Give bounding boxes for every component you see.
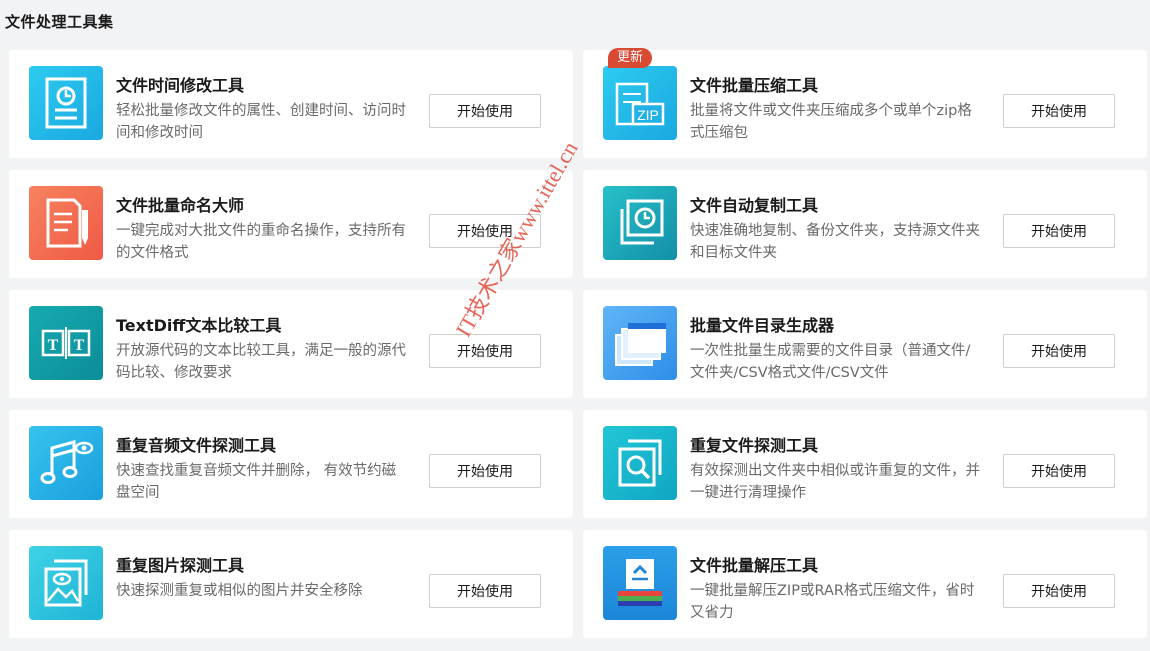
page-title: 文件处理工具集 xyxy=(5,13,114,31)
tool-title: 文件自动复制工具 xyxy=(690,196,819,215)
start-use-button[interactable]: 开始使用 xyxy=(429,94,541,128)
zip-icon: ZIP xyxy=(603,66,677,140)
tool-description: 快速查找重复音频文件并删除， 有效节约磁盘空间 xyxy=(116,463,397,501)
tool-title: 文件批量解压工具 xyxy=(690,556,819,575)
tool-card: TT TextDiff文本比较工具 开放源代码的文本比较工具，满足一般的源代码比… xyxy=(9,290,573,398)
tool-description: 一键批量解压ZIP或RAR格式压缩文件，省时又省力 xyxy=(690,583,975,621)
file-clock-icon xyxy=(29,66,103,140)
tool-card: 文件批量解压工具 一键批量解压ZIP或RAR格式压缩文件，省时又省力 开始使用 xyxy=(583,530,1147,638)
tool-description: 开放源代码的文本比较工具，满足一般的源代码比较、修改要求 xyxy=(116,343,406,381)
start-use-button[interactable]: 开始使用 xyxy=(1003,214,1115,248)
start-use-button[interactable]: 开始使用 xyxy=(429,574,541,608)
start-use-button[interactable]: 开始使用 xyxy=(429,214,541,248)
tool-description: 快速探测重复或相似的图片并安全移除 xyxy=(116,583,363,599)
tool-card: 重复音频文件探测工具 快速查找重复音频文件并删除， 有效节约磁盘空间 开始使用 xyxy=(9,410,573,518)
start-use-button[interactable]: 开始使用 xyxy=(1003,334,1115,368)
tool-card: 重复文件探测工具 有效探测出文件夹中相似或许重复的文件，并一键进行清理操作 开始… xyxy=(583,410,1147,518)
start-use-button[interactable]: 开始使用 xyxy=(1003,574,1115,608)
tool-card: 文件时间修改工具 轻松批量修改文件的属性、创建时间、访问时间和修改时间 开始使用 xyxy=(9,50,573,158)
tool-title: 重复文件探测工具 xyxy=(690,436,819,455)
tool-card: 重复图片探测工具 快速探测重复或相似的图片并安全移除 开始使用 xyxy=(9,530,573,638)
tool-description: 批量将文件或文件夹压缩成多个或单个zip格式压缩包 xyxy=(690,103,972,141)
tool-title: 文件时间修改工具 xyxy=(116,76,245,95)
tool-title: TextDiff文本比较工具 xyxy=(116,316,282,335)
folders-icon xyxy=(603,306,677,380)
start-use-button[interactable]: 开始使用 xyxy=(1003,94,1115,128)
tool-title: 重复音频文件探测工具 xyxy=(116,436,277,455)
tool-title: 批量文件目录生成器 xyxy=(690,316,835,335)
start-use-button[interactable]: 开始使用 xyxy=(1003,454,1115,488)
svg-text:T: T xyxy=(48,337,59,354)
tool-card: 文件自动复制工具 快速准确地复制、备份文件夹，支持源文件夹和目标文件夹 开始使用 xyxy=(583,170,1147,278)
tool-card: 文件批量命名大师 一键完成对大批文件的重命名操作，支持所有的文件格式 开始使用 xyxy=(9,170,573,278)
tool-description: 一键完成对大批文件的重命名操作，支持所有的文件格式 xyxy=(116,223,406,261)
image-eye-icon xyxy=(29,546,103,620)
tool-description: 快速准确地复制、备份文件夹，支持源文件夹和目标文件夹 xyxy=(690,223,980,261)
tool-card: ZIP 更新 文件批量压缩工具 批量将文件或文件夹压缩成多个或单个zip格式压缩… xyxy=(583,48,1147,158)
copy-clock-icon xyxy=(603,186,677,260)
file-search-icon xyxy=(603,426,677,500)
tool-title: 文件批量压缩工具 xyxy=(690,76,819,95)
unzip-icon xyxy=(603,546,677,620)
tool-title: 文件批量命名大师 xyxy=(116,196,245,215)
textdiff-icon: TT xyxy=(29,306,103,380)
music-eye-icon xyxy=(29,426,103,500)
tool-description: 有效探测出文件夹中相似或许重复的文件，并一键进行清理操作 xyxy=(690,463,980,501)
svg-text:T: T xyxy=(74,337,85,354)
tool-title: 重复图片探测工具 xyxy=(116,556,245,575)
rename-icon xyxy=(29,186,103,260)
tool-description: 一次性批量生成需要的文件目录（普通文件/文件夹/CSV格式文件/CSV文件 xyxy=(690,343,971,381)
tool-card: 批量文件目录生成器 一次性批量生成需要的文件目录（普通文件/文件夹/CSV格式文… xyxy=(583,290,1147,398)
start-use-button[interactable]: 开始使用 xyxy=(429,334,541,368)
update-badge: 更新 xyxy=(608,48,653,68)
svg-text:ZIP: ZIP xyxy=(637,107,659,123)
tool-description: 轻松批量修改文件的属性、创建时间、访问时间和修改时间 xyxy=(116,103,406,141)
start-use-button[interactable]: 开始使用 xyxy=(429,454,541,488)
